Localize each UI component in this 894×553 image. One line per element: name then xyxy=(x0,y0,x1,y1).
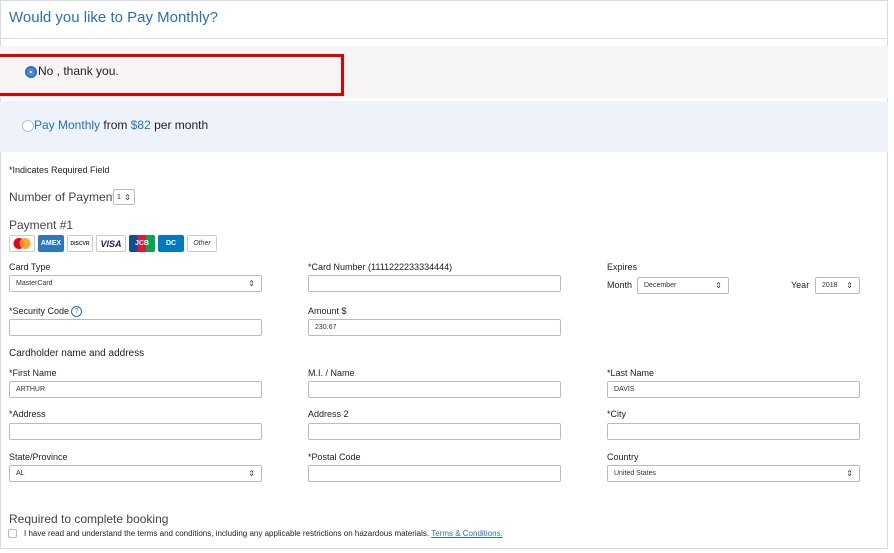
address-label: *Address xyxy=(9,409,46,419)
visa-logo-icon: VISA xyxy=(96,235,126,252)
last-name-label: *Last Name xyxy=(607,368,655,378)
terms-text: I have read and understand the terms and… xyxy=(24,529,430,538)
city-input[interactable] xyxy=(607,423,860,440)
booking-heading: Required to complete booking xyxy=(9,512,169,526)
select-arrow-icon: ⇕ xyxy=(124,192,131,202)
amex-logo-icon: AMEX xyxy=(38,235,64,252)
pay-monthly-amount: $82 xyxy=(130,118,151,132)
page-title: Would you like to Pay Monthly? xyxy=(9,9,218,26)
title-divider xyxy=(0,38,888,39)
country-select[interactable]: United States ⇕ xyxy=(607,465,860,482)
first-name-input[interactable] xyxy=(9,381,262,398)
security-code-label-wrap: *Security Code? xyxy=(9,306,83,318)
cardholder-heading: Cardholder name and address xyxy=(9,348,145,359)
security-code-label: *Security Code xyxy=(9,306,70,316)
mi-name-label: M.I. / Name xyxy=(308,368,355,378)
number-of-payments-value: 1 xyxy=(117,193,121,201)
expires-month-value: December xyxy=(644,282,677,289)
jcb-logo-icon: JCB xyxy=(129,235,155,252)
card-logos: AMEX DISCVR VISA JCB DC Other xyxy=(9,235,217,253)
mastercard-logo-icon xyxy=(9,235,35,252)
address2-label: Address 2 xyxy=(308,409,349,419)
option-monthly-text: Pay Monthly from $82 per month xyxy=(34,118,208,132)
select-arrow-icon: ⇕ xyxy=(248,469,255,478)
highlight-box xyxy=(0,54,344,96)
select-arrow-icon: ⇕ xyxy=(248,279,255,288)
state-value: AL xyxy=(16,470,25,477)
number-of-payments-select[interactable]: 1 ⇕ xyxy=(113,189,135,205)
select-arrow-icon: ⇕ xyxy=(846,469,853,478)
select-arrow-icon: ⇕ xyxy=(846,281,853,290)
diners-club-logo-icon: DC xyxy=(158,235,184,252)
required-note: *Indicates Required Field xyxy=(9,165,110,175)
help-icon[interactable]: ? xyxy=(71,306,83,318)
card-number-input[interactable] xyxy=(308,275,561,292)
state-select[interactable]: AL ⇕ xyxy=(9,465,262,482)
pay-monthly-from: from xyxy=(103,118,128,132)
security-code-input[interactable] xyxy=(9,319,262,336)
address-input[interactable] xyxy=(9,423,262,440)
last-name-input[interactable] xyxy=(607,381,860,398)
state-label: State/Province xyxy=(9,452,68,462)
mi-name-input[interactable] xyxy=(308,381,561,398)
expires-label: Expires xyxy=(607,262,638,272)
expires-year-label: Year xyxy=(791,280,810,290)
pay-monthly-per: per month xyxy=(154,118,209,132)
city-label: *City xyxy=(607,409,627,419)
card-type-value: MasterCard xyxy=(16,280,53,287)
address2-input[interactable] xyxy=(308,423,561,440)
country-label: Country xyxy=(607,452,639,462)
expires-month-label: Month xyxy=(607,280,633,290)
first-name-label: *First Name xyxy=(9,368,57,378)
country-value: United States xyxy=(614,470,657,477)
select-arrow-icon: ⇕ xyxy=(715,281,722,290)
other-card-logo: Other xyxy=(187,235,217,252)
card-type-select[interactable]: MasterCard ⇕ xyxy=(9,275,262,292)
card-number-label: *Card Number (1111222233334444) xyxy=(308,262,453,272)
postal-code-label: *Postal Code xyxy=(308,452,361,462)
card-type-label: Card Type xyxy=(9,262,51,272)
terms-line: I have read and understand the terms and… xyxy=(24,529,503,538)
radio-pay-monthly[interactable] xyxy=(22,120,34,132)
discover-logo-icon: DISCVR xyxy=(67,235,93,252)
terms-link[interactable]: Terms & Conditions. xyxy=(431,529,503,538)
terms-checkbox[interactable] xyxy=(8,529,17,538)
expires-year-select[interactable]: 2018 ⇕ xyxy=(815,277,860,294)
pay-monthly-label: Pay Monthly xyxy=(34,118,101,132)
expires-year-value: 2018 xyxy=(822,282,838,289)
amount-input[interactable] xyxy=(308,319,561,336)
expires-month-select[interactable]: December ⇕ xyxy=(637,277,729,294)
number-of-payments-label: Number of Payments xyxy=(9,190,122,204)
amount-label: Amount $ xyxy=(308,306,347,316)
postal-code-input[interactable] xyxy=(308,465,561,482)
payment-heading: Payment #1 xyxy=(9,218,74,232)
